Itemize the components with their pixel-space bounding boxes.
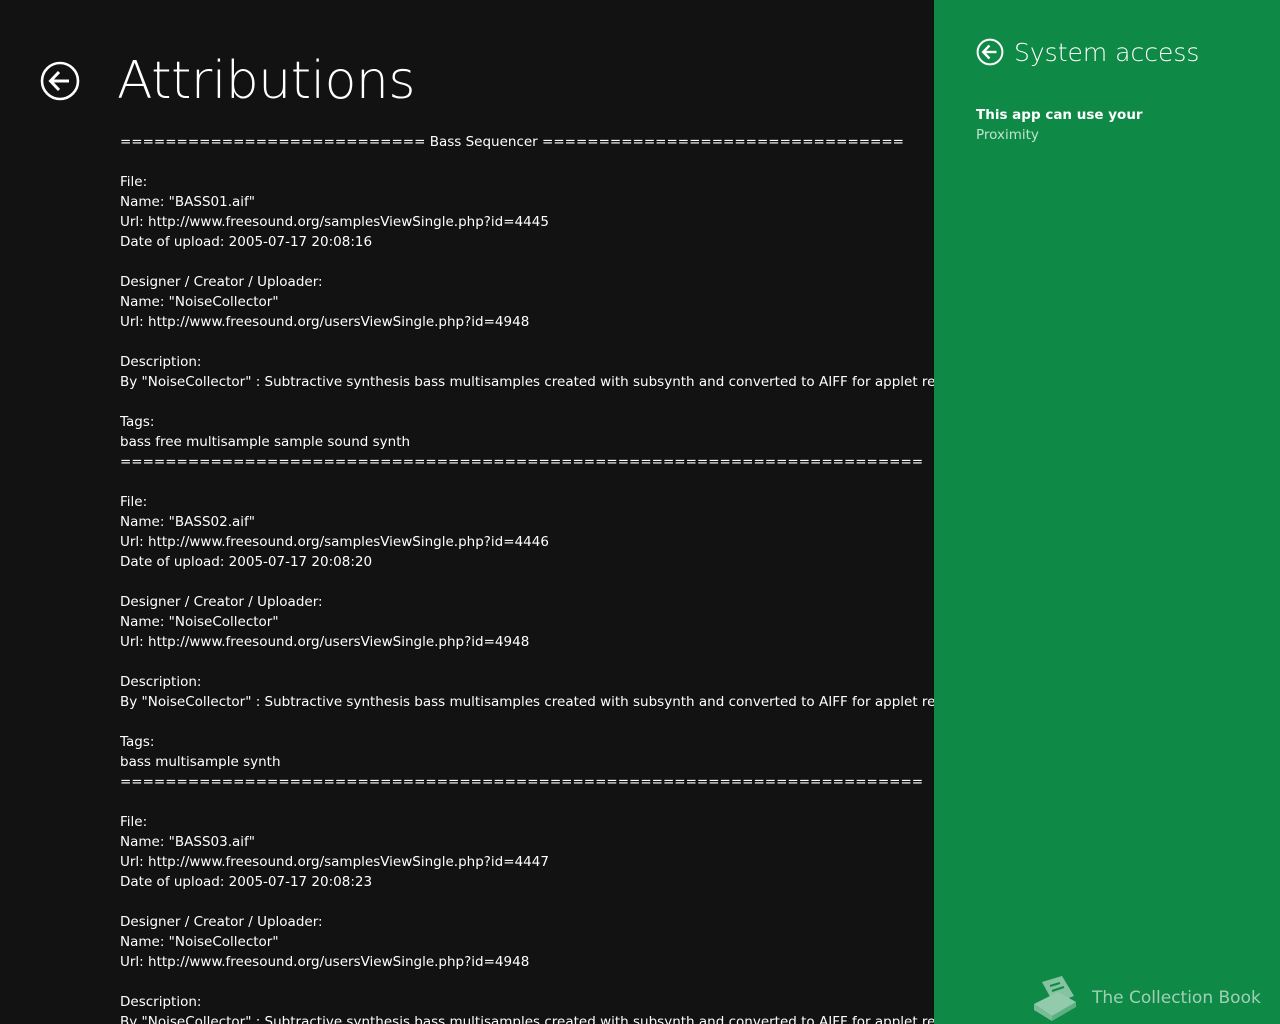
permission-item: Proximity [976, 127, 1039, 143]
app-window: Attributions ===========================… [0, 0, 1280, 1024]
attributions-text: =========================== Bass Sequenc… [120, 134, 934, 1024]
page-title: Attributions [117, 51, 415, 111]
attributions-page: Attributions ===========================… [0, 0, 934, 1024]
book-icon [1034, 976, 1076, 1021]
back-arrow-icon[interactable] [40, 61, 80, 101]
permission-heading: This app can use your [976, 107, 1143, 123]
watermark: The Collection Book [1028, 974, 1261, 1022]
watermark-text: The Collection Book [1092, 988, 1261, 1008]
back-arrow-icon[interactable] [976, 38, 1004, 66]
pane-title: System access [1014, 37, 1200, 67]
settings-pane: System access This app can use your Prox… [934, 0, 1280, 1024]
pane-header: System access [976, 34, 1199, 70]
